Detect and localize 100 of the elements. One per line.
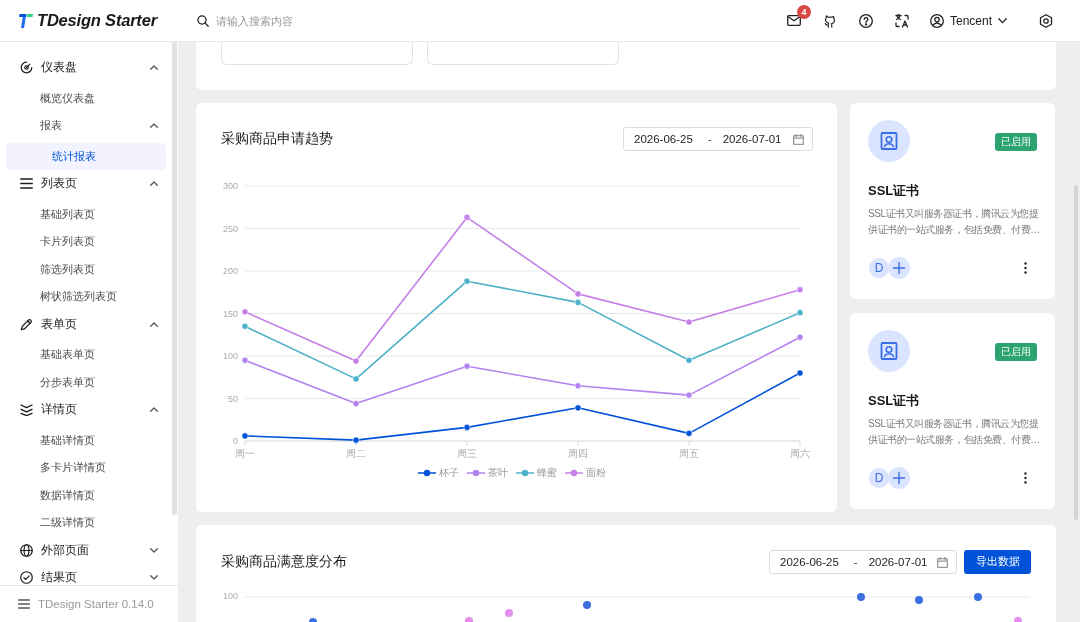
card-title: 采购商品满意度分布 (221, 553, 347, 571)
version-text: TDesign Starter 0.14.0 (38, 598, 154, 610)
menu-item[interactable]: 报表 (6, 112, 166, 140)
point (574, 290, 582, 298)
card-description: SSL证书又叫服务器证书，腾讯云为您提供证书的一站式服务，包括免费、付费… (868, 417, 1040, 447)
menu-item[interactable]: 多卡片详情页 (6, 454, 166, 482)
scrollbar[interactable] (172, 42, 177, 515)
legend-marker-icon[interactable] (467, 469, 485, 477)
menu-item[interactable]: 分步表单页 (6, 368, 166, 396)
export-button[interactable]: 导出数据 (964, 550, 1031, 574)
legend-label: 茶叶 (488, 466, 508, 480)
card-title: SSL证书 (868, 182, 921, 200)
axis-tick-label: 周三 (457, 448, 477, 459)
point (463, 424, 471, 431)
menu-item[interactable]: 外部页面 (6, 536, 166, 564)
date-range-field[interactable]: 2026-06-25 - 2026-07-01 (769, 550, 957, 574)
axis-tick-label: 200 (222, 266, 238, 276)
menu-item[interactable]: 基础详情页 (6, 426, 166, 454)
menu-item[interactable]: 统计报表 (6, 142, 166, 170)
more-icon[interactable] (1024, 472, 1027, 484)
menu-item[interactable]: 数据详情页 (6, 481, 166, 509)
point (685, 391, 693, 399)
legend-label: 杯子 (439, 466, 459, 480)
status-tag: 已启用 (995, 343, 1037, 361)
mail-icon[interactable] (786, 15, 801, 26)
menu-item[interactable]: 概览仪表盘 (6, 84, 166, 112)
menu-item[interactable]: 结果页 (6, 564, 166, 585)
axis-tick-label: 周六 (790, 448, 810, 459)
point (685, 356, 693, 364)
point (796, 333, 804, 341)
calendar-icon[interactable] (793, 133, 804, 145)
point (574, 299, 582, 306)
status-tag: 已启用 (995, 133, 1037, 151)
portrait-icon (868, 330, 910, 372)
point (241, 308, 249, 316)
calendar-icon[interactable] (937, 556, 948, 568)
point (352, 357, 360, 365)
plus-icon[interactable] (888, 257, 910, 279)
date-range-field[interactable]: 2026-06-25 - 2026-07-01 (623, 127, 813, 151)
logo-icon (18, 13, 34, 28)
menu-item[interactable]: 基础列表页 (6, 200, 166, 228)
card-title: 采购商品申请趋势 (221, 130, 333, 148)
legend-label: 面粉 (586, 466, 606, 480)
axis-tick-label: 250 (222, 223, 238, 234)
point (463, 277, 471, 285)
point (685, 318, 693, 326)
portrait-icon (868, 120, 910, 162)
menu-item[interactable]: 树状筛选列表页 (6, 283, 166, 311)
point (241, 356, 249, 364)
card-title: SSL证书 (868, 392, 921, 410)
help-icon[interactable] (858, 13, 873, 28)
axis-tick-label: 周五 (679, 448, 699, 459)
point (574, 404, 582, 412)
user-icon (929, 13, 944, 28)
legend-marker-icon[interactable] (418, 469, 436, 477)
menu-item[interactable]: 二级详情页 (6, 509, 166, 537)
avatar: D (868, 257, 890, 279)
gauge-icon (20, 61, 33, 75)
point (796, 369, 804, 377)
chevron-down-icon (998, 17, 1007, 24)
layers-icon (20, 403, 33, 417)
menu-item[interactable]: 筛选列表页 (6, 255, 166, 283)
legend-label: 蜂蜜 (537, 466, 557, 480)
menu-item[interactable]: 基础表单页 (6, 341, 166, 369)
search-icon[interactable] (197, 14, 209, 27)
legend-marker-icon[interactable] (516, 469, 534, 477)
point (352, 400, 360, 407)
menu-item[interactable]: 列表页 (6, 170, 166, 198)
user-menu-button[interactable]: Tencent (925, 5, 1011, 36)
notification-badge: 4 (796, 4, 811, 19)
menu-item[interactable]: 表单页 (6, 310, 166, 338)
point (352, 436, 360, 444)
point (796, 286, 804, 294)
pencil-icon (20, 317, 33, 331)
axis-tick-label: 150 (222, 308, 238, 319)
plus-icon[interactable] (888, 467, 910, 489)
globe-icon (20, 543, 33, 557)
menu-item[interactable]: 详情页 (6, 396, 166, 424)
github-icon[interactable] (822, 13, 837, 28)
axis-tick-label: 300 (222, 181, 238, 191)
legend-marker-icon[interactable] (565, 469, 583, 477)
menu-item[interactable]: 仪表盘 (6, 54, 166, 82)
axis-tick-label: 50 (228, 393, 238, 404)
axis-tick-label: 100 (221, 591, 238, 602)
point (352, 375, 360, 383)
point (796, 309, 804, 317)
menu-item[interactable]: 卡片列表页 (6, 228, 166, 256)
axis-tick-label: 周四 (568, 448, 588, 459)
settings-icon[interactable] (1039, 13, 1053, 28)
axis-tick-label: 0 (233, 436, 238, 446)
more-icon[interactable] (1024, 262, 1027, 274)
logo-text: TDesign Starter (37, 11, 157, 30)
card-description: SSL证书又叫服务器证书，腾讯云为您提供证书的一站式服务，包括免费、付费… (868, 207, 1040, 237)
search-field[interactable]: 请输入搜索内容 (216, 14, 416, 27)
menu-icon[interactable] (18, 599, 30, 609)
point (574, 382, 582, 390)
point (241, 432, 249, 440)
point (685, 429, 693, 437)
translate-icon[interactable] (894, 13, 909, 28)
point (241, 322, 249, 330)
